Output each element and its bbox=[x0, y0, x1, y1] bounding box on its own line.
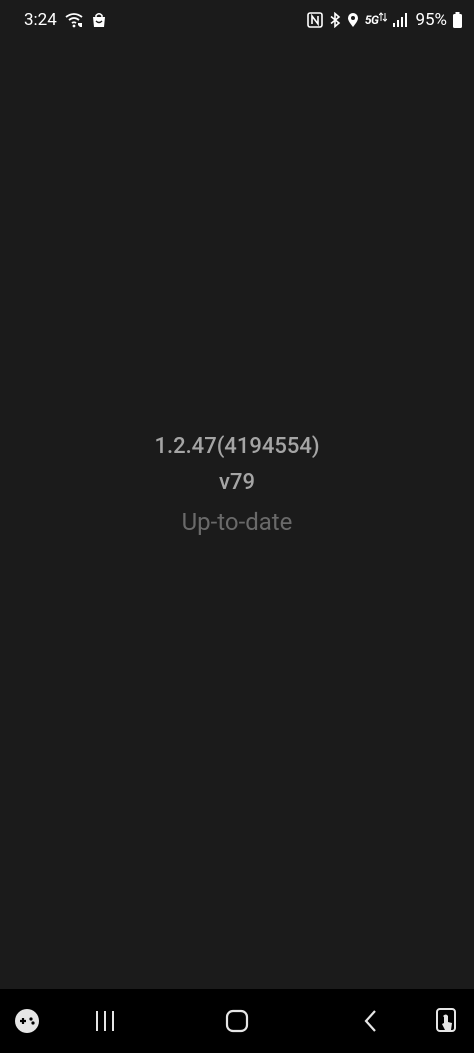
game-launcher-icon bbox=[14, 1008, 40, 1034]
back-icon bbox=[363, 1009, 379, 1033]
status-left: 3:24 bbox=[24, 10, 107, 30]
nfc-icon bbox=[307, 12, 323, 28]
screen: 3:24 5G 95% 1.2.47(4194554) v79 Up-to-da… bbox=[0, 0, 474, 1053]
status-time: 3:24 bbox=[24, 10, 57, 30]
battery-icon bbox=[453, 12, 462, 28]
accessibility-button[interactable] bbox=[424, 989, 470, 1053]
status-bar: 3:24 5G 95% bbox=[0, 0, 474, 44]
wifi-calling-icon bbox=[65, 12, 83, 28]
bluetooth-icon bbox=[329, 12, 341, 28]
network-label: 5G bbox=[364, 13, 379, 27]
update-status: Up-to-date bbox=[181, 508, 293, 536]
home-icon bbox=[225, 1009, 249, 1033]
home-button[interactable] bbox=[212, 989, 262, 1053]
app-version: 1.2.47(4194554) bbox=[154, 434, 320, 459]
back-button[interactable] bbox=[346, 989, 396, 1053]
game-launcher-button[interactable] bbox=[4, 989, 50, 1053]
location-icon bbox=[347, 12, 359, 28]
navigation-bar bbox=[0, 989, 474, 1053]
build-version: v79 bbox=[219, 470, 255, 495]
5g-icon: 5G bbox=[364, 12, 388, 27]
signal-icon bbox=[393, 13, 409, 27]
recent-apps-button[interactable] bbox=[80, 989, 130, 1053]
battery-percent: 95% bbox=[415, 10, 447, 30]
version-info: 1.2.47(4194554) v79 Up-to-date bbox=[0, 428, 474, 544]
status-right: 5G 95% bbox=[307, 10, 462, 30]
shopping-bag-icon bbox=[91, 12, 107, 28]
accessibility-icon bbox=[435, 1008, 459, 1034]
recent-apps-icon bbox=[94, 1010, 116, 1032]
